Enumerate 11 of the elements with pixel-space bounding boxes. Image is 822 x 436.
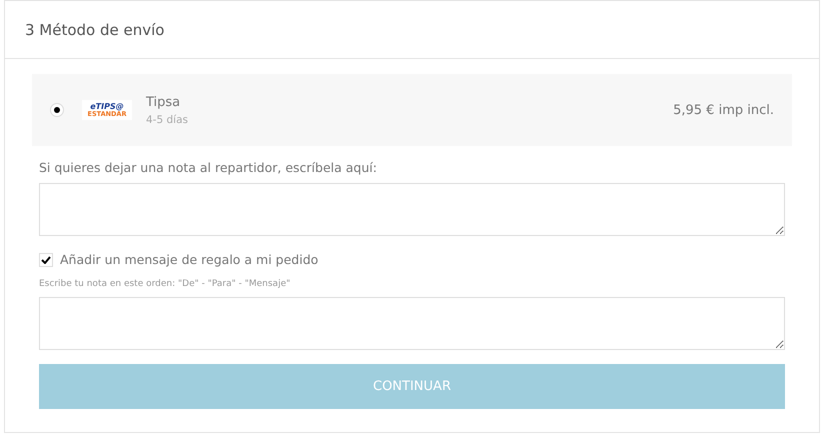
shipping-price: 5,95 € imp incl. <box>673 102 774 118</box>
radio-button[interactable] <box>50 103 64 117</box>
gift-label: Añadir un mensaje de regalo a mi pedido <box>60 252 318 267</box>
carrier-name: Tipsa <box>146 94 182 110</box>
gift-checkbox[interactable] <box>39 252 53 266</box>
section-title: 3 Método de envío <box>5 1 819 59</box>
delivery-time: 4-5 días <box>146 114 188 126</box>
gift-message-field[interactable] <box>39 297 785 350</box>
note-label: Si quieres dejar una nota al repartidor, escríbela aquí: <box>39 160 378 175</box>
gift-hint: Escribe tu nota en este orden: "De" - "Para" - "Mensaje" <box>39 279 292 289</box>
note-field[interactable] <box>39 183 785 236</box>
